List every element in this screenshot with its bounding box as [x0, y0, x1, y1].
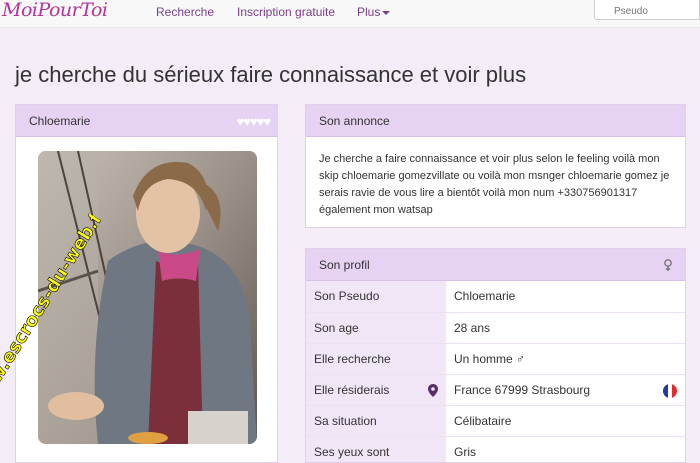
row-label: Son age: [306, 311, 446, 343]
row-label: Elle résiderais: [306, 373, 446, 405]
page-title: je cherche du sérieux faire connaissance…: [15, 62, 527, 87]
profil-heading-label: Son profil: [319, 258, 370, 272]
row-value: Un homme ♂: [446, 342, 685, 374]
caret-down-icon: [382, 10, 391, 15]
row-value-text: France 67999 Strasbourg: [454, 382, 591, 397]
row-label-text: Elle résiderais: [314, 382, 390, 397]
row-label: Ses yeux sont: [306, 435, 446, 462]
map-pin-icon: [428, 383, 438, 397]
profil-table: Son Pseudo Chloemarie Son age 28 ans Ell…: [306, 281, 685, 462]
pseudo-search-input[interactable]: [594, 0, 700, 20]
female-icon: [664, 259, 672, 271]
row-label: Elle recherche: [306, 342, 446, 374]
table-row: Son Pseudo Chloemarie: [306, 281, 685, 312]
annonce-heading: Son annonce: [306, 105, 685, 137]
table-row: Elle recherche Un homme ♂: [306, 342, 685, 374]
profile-photo-image: [38, 151, 257, 444]
row-value: Célibataire: [446, 404, 685, 436]
france-flag-icon: [663, 383, 677, 398]
nav-link-plus[interactable]: Plus: [357, 5, 391, 19]
top-navbar: MoiPourToi Recherche Inscription gratuit…: [0, 0, 700, 28]
profile-username: Chloemarie: [29, 114, 91, 128]
profile-card-heading: Chloemarie ♥♥♥♥♥: [16, 105, 277, 137]
row-value: Gris: [446, 435, 685, 462]
row-label: Sa situation: [306, 404, 446, 436]
profil-heading: Son profil: [306, 249, 685, 281]
row-value: Chloemarie: [446, 281, 685, 312]
table-row: Sa situation Célibataire: [306, 404, 685, 436]
nav-link-inscription[interactable]: Inscription gratuite: [237, 5, 335, 19]
nav-link-recherche[interactable]: Recherche: [156, 5, 214, 19]
annonce-panel: Son annonce Je cherche a faire connaissa…: [305, 104, 686, 228]
table-row: Ses yeux sont Gris: [306, 435, 685, 462]
rating-hearts-icon: ♥♥♥♥♥: [236, 114, 271, 129]
profile-card: Chloemarie ♥♥♥♥♥: [0, 104, 278, 463]
row-value: 28 ans: [446, 311, 685, 343]
profil-panel: Son profil Son Pseudo Chloemarie Son age…: [305, 248, 686, 463]
table-row: Elle résiderais France 67999 Strasbourg: [306, 373, 685, 405]
nav-link-plus-label: Plus: [357, 5, 381, 19]
profile-photo[interactable]: [38, 151, 257, 444]
table-row: Son age 28 ans: [306, 311, 685, 343]
brand-logo[interactable]: MoiPourToi: [2, 0, 108, 21]
annonce-text: Je cherche a faire connaissance et voir …: [319, 153, 670, 216]
row-label: Son Pseudo: [306, 281, 446, 312]
row-value: France 67999 Strasbourg: [446, 373, 685, 405]
